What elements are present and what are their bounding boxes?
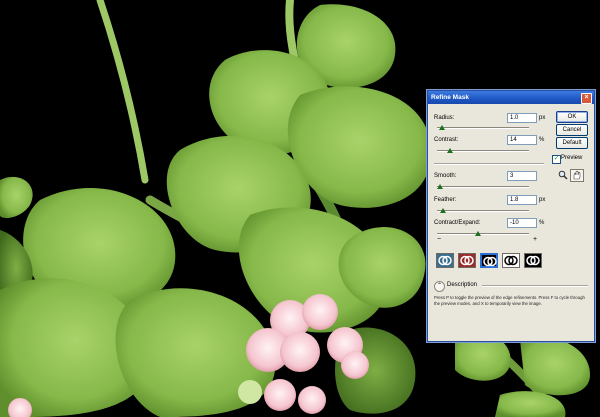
quick-mask-mode-icon[interactable] xyxy=(458,253,476,268)
smooth-input[interactable]: 3 xyxy=(507,171,537,181)
feather-slider-thumb[interactable] xyxy=(440,208,447,213)
on-white-mode-icon[interactable] xyxy=(502,253,520,268)
standard-mode-icon[interactable] xyxy=(436,253,454,268)
description-divider xyxy=(482,285,588,287)
contract-expand-slider-track[interactable] xyxy=(437,233,529,235)
hand-icon[interactable] xyxy=(570,169,584,182)
mask-mode-icon[interactable] xyxy=(524,253,542,268)
contract-expand-slider-thumb[interactable] xyxy=(475,231,482,236)
radius-unit: px xyxy=(539,115,546,121)
smooth-slider-thumb[interactable] xyxy=(436,184,443,189)
dialog-title: Refine Mask xyxy=(431,94,469,101)
preview-checkbox[interactable]: ✓ xyxy=(552,155,561,164)
collapse-description-icon[interactable]: ⌃ xyxy=(434,281,445,292)
description-label: Description xyxy=(447,282,478,288)
on-black-mode-icon[interactable] xyxy=(480,253,498,268)
feather-label: Feather: xyxy=(434,197,457,203)
cancel-button[interactable]: Cancel xyxy=(556,124,588,136)
divider xyxy=(434,163,544,165)
contract-expand-unit: % xyxy=(539,220,545,226)
radius-slider-track[interactable] xyxy=(437,127,529,129)
contract-expand-input[interactable]: -10 xyxy=(507,218,537,228)
refine-mask-dialog: Refine Mask × Radius: 1.0 px Contrast: 1… xyxy=(427,90,595,342)
close-icon[interactable]: × xyxy=(581,93,592,104)
contrast-label: Contrast: xyxy=(434,137,459,143)
minus-label: − xyxy=(437,236,442,243)
radius-label: Radius: xyxy=(434,115,455,121)
plus-label: + xyxy=(533,236,538,243)
contrast-unit: % xyxy=(539,137,545,143)
radius-slider-thumb[interactable] xyxy=(438,125,445,130)
feather-unit: px xyxy=(539,197,546,203)
smooth-slider-track[interactable] xyxy=(437,186,529,188)
default-button[interactable]: Default xyxy=(556,137,588,149)
smooth-label: Smooth: xyxy=(434,173,457,179)
zoom-icon[interactable] xyxy=(558,170,568,180)
contrast-slider-thumb[interactable] xyxy=(446,148,453,153)
feather-slider-track[interactable] xyxy=(437,210,529,212)
description-text: Press P to toggle the preview of the edg… xyxy=(434,295,585,306)
radius-input[interactable]: 1.0 xyxy=(507,113,537,123)
ok-button[interactable]: OK xyxy=(556,111,588,123)
feather-input[interactable]: 1.8 xyxy=(507,195,537,205)
preview-label: Preview xyxy=(561,155,583,161)
dialog-titlebar[interactable]: Refine Mask × xyxy=(428,91,594,104)
contract-expand-label: Contract/Expand: xyxy=(434,220,481,226)
contrast-input[interactable]: 14 xyxy=(507,135,537,145)
